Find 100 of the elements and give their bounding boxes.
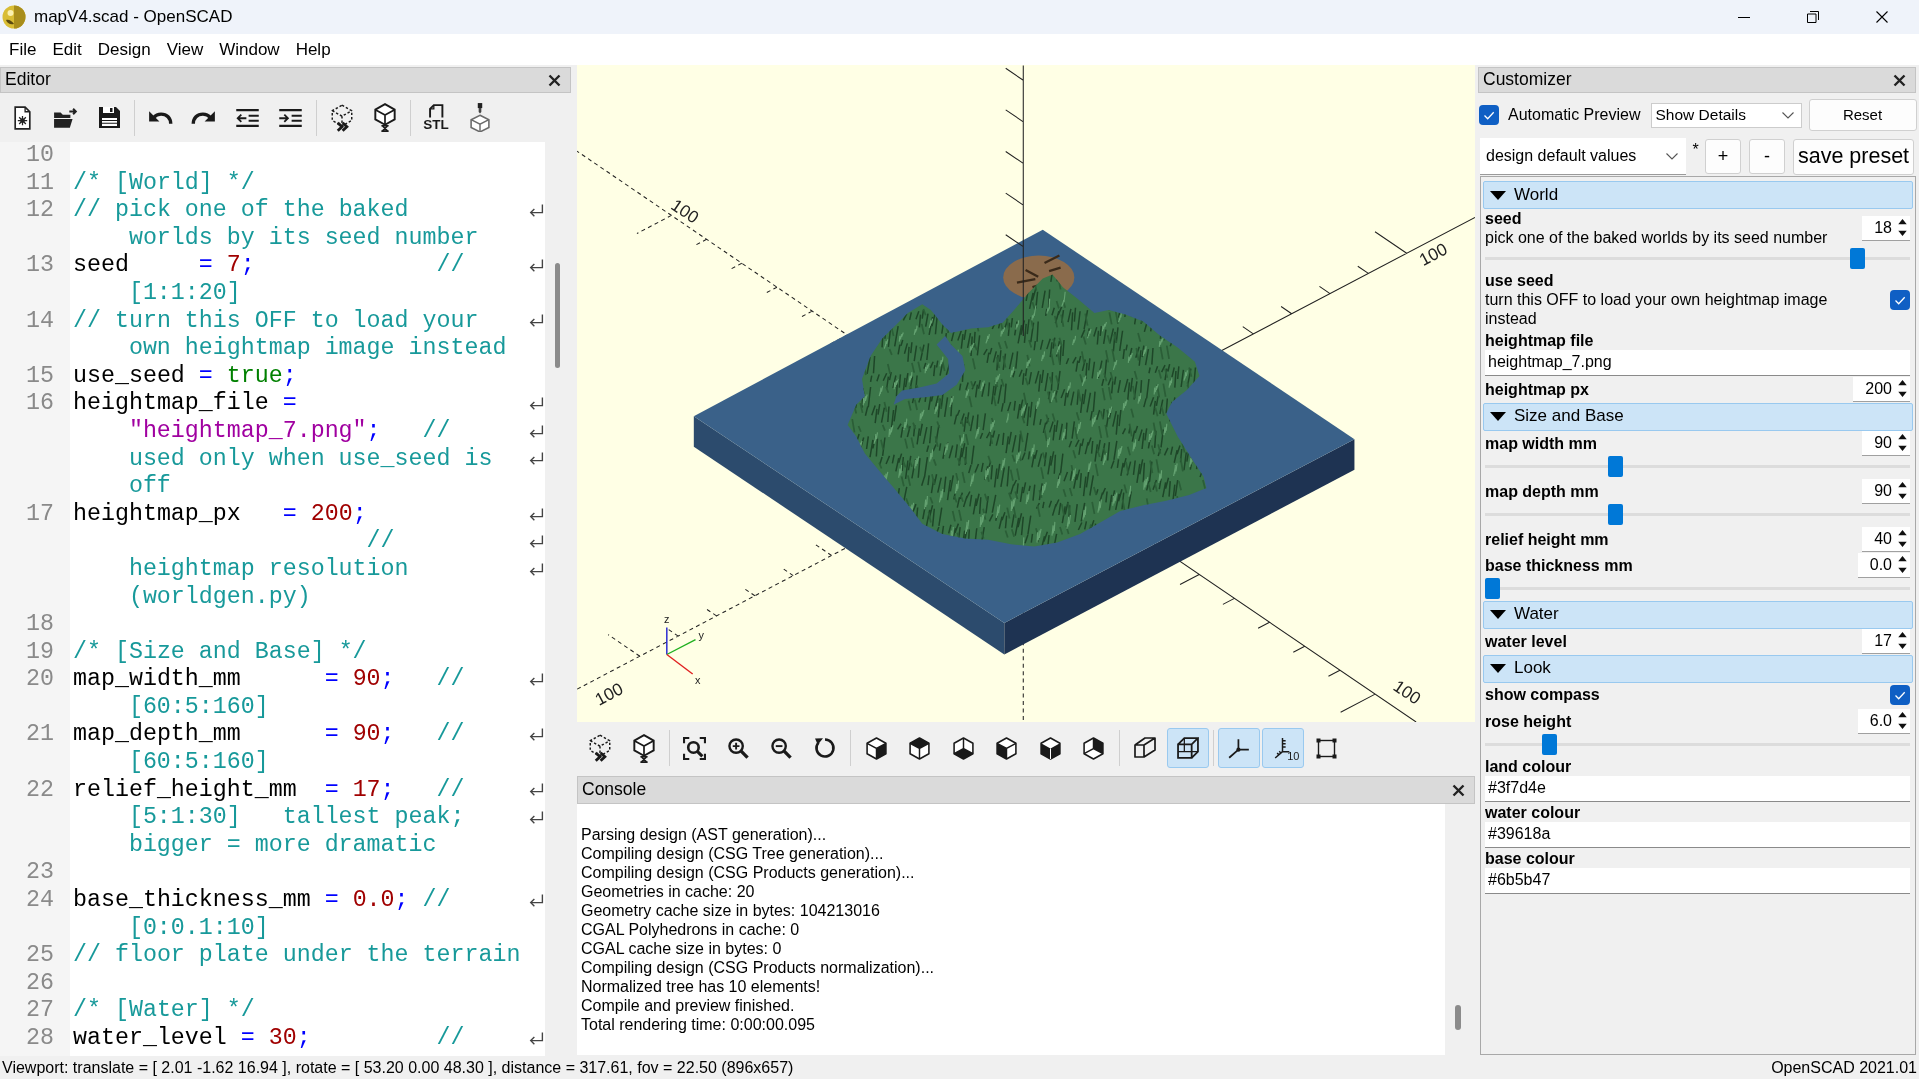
wrap-arrow-icon — [529, 507, 544, 522]
restore-icon — [1806, 11, 1819, 23]
add-preset-button[interactable]: + — [1705, 139, 1741, 174]
console-line: Compiling design (CSG Products generation)... — [581, 863, 915, 882]
wrap-arrow-icon — [529, 811, 544, 826]
dropdown[interactable]: Show Details — [1650, 102, 1802, 128]
number-field[interactable]: 200 — [1853, 376, 1910, 402]
circular-arrow-icon — [814, 737, 836, 759]
parameter-label: water colour — [1485, 802, 1581, 822]
code-line: base_thickness_mm = 0.0; // — [73, 887, 451, 915]
menu-item[interactable]: Design — [89, 34, 159, 65]
chevron-down-icon — [1666, 152, 1678, 160]
number-field[interactable]: 0.0 — [1857, 552, 1910, 578]
text-field[interactable]: #3f7d4e — [1485, 775, 1910, 802]
code-line: // pick one of the baked — [73, 197, 409, 225]
code-line: [0:0.1:10] — [128, 914, 269, 943]
code-line: heightmap_px = 200; — [73, 500, 367, 529]
spin-arrows-icon — [1897, 218, 1908, 238]
line-number: 13 — [26, 252, 54, 279]
preset-dropdown[interactable]: design default values — [1480, 138, 1686, 175]
text-field[interactable]: #6b5b47 — [1485, 867, 1910, 894]
menu-item[interactable]: Edit — [44, 34, 90, 65]
checkbox[interactable] — [1479, 105, 1499, 125]
code-line: /* [Water] */ — [73, 997, 255, 1025]
cube-bottom-face-icon — [952, 736, 974, 760]
checkbox[interactable] — [1890, 289, 1910, 310]
checkbox[interactable] — [1890, 684, 1910, 705]
line-number: 10 — [26, 142, 54, 168]
show-axes-button[interactable] — [1218, 728, 1260, 768]
menu-item[interactable]: Help — [287, 34, 339, 65]
code-line: map_width_mm = 90; // — [73, 666, 465, 694]
axes-indicator-icon — [666, 626, 697, 675]
close-icon — [1892, 73, 1906, 87]
wrap-arrow-icon — [529, 204, 544, 218]
menu-item[interactable]: View — [158, 34, 212, 65]
slider-thumb[interactable] — [1849, 247, 1865, 269]
undo-icon — [147, 110, 173, 125]
number-field[interactable]: 6.0 — [1857, 708, 1910, 734]
number-field[interactable]: 18 — [1862, 215, 1910, 241]
group-header[interactable]: Size and Base — [1483, 402, 1913, 431]
console-line: Geometry cache size in bytes: 104213016 — [581, 901, 880, 920]
spin-arrows-icon — [1897, 555, 1908, 574]
axis-scale-label: 100 — [591, 678, 627, 710]
show-scale-markers-button[interactable]: 10 — [1261, 728, 1304, 768]
axis-scale-label: 100 — [1415, 238, 1451, 270]
code-line: // — [365, 528, 395, 556]
code-line: map_depth_mm = 90; // — [73, 721, 465, 750]
slider-thumb[interactable] — [1485, 577, 1500, 599]
code-line: /* [World] */ — [73, 169, 255, 198]
number-field[interactable]: 90 — [1862, 430, 1910, 456]
slider-thumb[interactable] — [1608, 503, 1623, 525]
number-field[interactable]: 90 — [1862, 478, 1910, 504]
slider-thumb[interactable] — [1608, 455, 1623, 477]
remove-preset-button[interactable]: - — [1749, 139, 1785, 174]
chevron-down-icon — [1781, 111, 1794, 119]
menu-item[interactable]: Window — [211, 34, 288, 65]
group-header[interactable]: World — [1483, 181, 1913, 209]
group-header[interactable]: Look — [1483, 654, 1913, 683]
wrap-arrow-icon — [529, 535, 544, 550]
console-line: CGAL Polyhedrons in cache: 0 — [581, 920, 800, 939]
app-logo-icon — [2, 5, 26, 29]
save-preset-button[interactable]: save preset — [1793, 138, 1914, 175]
spin-arrows-icon — [1897, 481, 1908, 500]
wrap-arrow-icon — [529, 673, 544, 688]
text-field[interactable]: #39618a — [1485, 821, 1910, 848]
number-field[interactable]: 40 — [1862, 526, 1910, 552]
parameter-label: rose height — [1485, 711, 1572, 731]
line-number: 28 — [26, 1025, 54, 1051]
code-line: water_level = 30; // — [73, 1025, 465, 1053]
line-number: 20 — [26, 666, 54, 693]
cube-top-face-icon — [909, 736, 930, 760]
code-line: own heightmap image instead — [128, 335, 507, 363]
axis-letter: z — [664, 613, 670, 626]
parameter-description: pick one of the baked worlds by its seed number — [1485, 228, 1828, 248]
redo-icon — [191, 110, 216, 125]
group-header[interactable]: Water — [1483, 600, 1913, 629]
3d-viewport[interactable]: 100 100 100 100 z y x — [577, 65, 1475, 722]
axis-letter: y — [698, 629, 704, 641]
wrap-arrow-icon — [529, 893, 544, 908]
corner-squares-icon — [1315, 737, 1337, 759]
indent-icon — [278, 108, 303, 127]
reset-button[interactable]: Reset — [1808, 99, 1917, 131]
spin-arrows-icon — [1897, 529, 1908, 548]
scrollbar[interactable] — [1455, 1005, 1461, 1030]
orthogonal-button[interactable] — [1167, 728, 1209, 768]
text-field[interactable]: heightmap_7.png — [1485, 349, 1910, 376]
line-number: 27 — [26, 997, 54, 1024]
code-line: used only when use_seed is — [128, 445, 493, 474]
zoom-fit-icon — [683, 736, 706, 760]
parameter-label: seed — [1485, 209, 1522, 228]
export-stl-button[interactable]: STL — [415, 97, 457, 138]
menu-item[interactable]: File — [1, 34, 45, 65]
slider-thumb[interactable] — [1542, 733, 1558, 755]
scrollbar[interactable] — [555, 263, 560, 368]
code-editor[interactable] — [70, 142, 545, 1056]
file-icon — [13, 105, 31, 130]
parameter-label: heightmap file — [1485, 330, 1594, 350]
number-field[interactable]: 17 — [1862, 628, 1910, 654]
parameter-label: base thickness mm — [1485, 555, 1633, 575]
parameter-label: show compass — [1485, 685, 1600, 704]
